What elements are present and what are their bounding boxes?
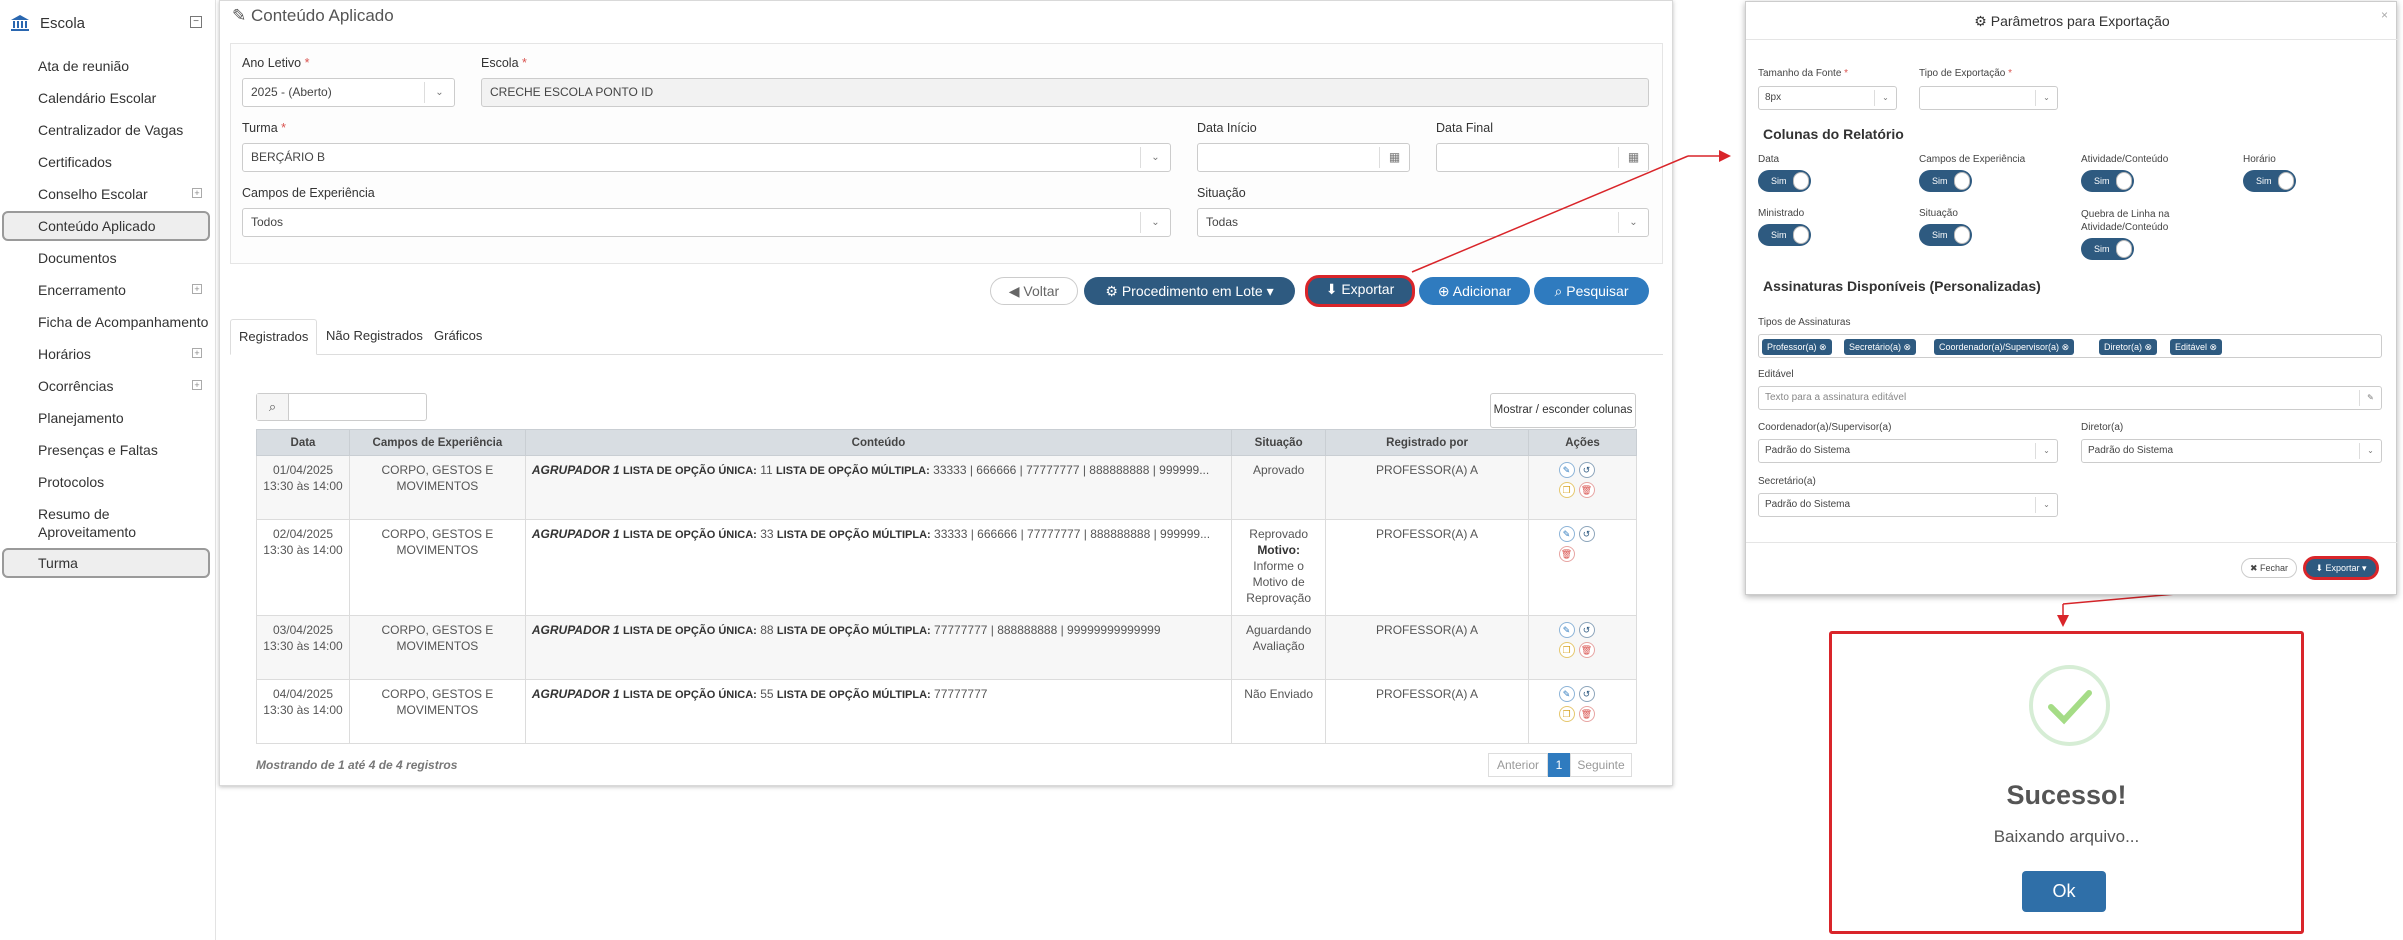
toggle-label: Ministrado xyxy=(1758,208,1805,219)
toggle-campos[interactable]: Sim xyxy=(1919,170,1972,192)
colunas-title: Colunas do Relatório xyxy=(1763,126,1904,142)
chevron-down-icon: ⌄ xyxy=(2035,497,2057,513)
remove-icon[interactable]: ⊗ xyxy=(2210,342,2218,352)
toggle-label: Situação xyxy=(1919,208,1958,219)
tag-label: Secretário(a) xyxy=(1849,342,1902,352)
cogs-icon: ⚙ xyxy=(1974,13,1987,29)
tag-professor[interactable]: Professor(a) ⊗ xyxy=(1762,339,1832,355)
dialog-exportar-button[interactable]: ⬇ Exportar ▾ xyxy=(2303,556,2379,580)
toggle-value: Sim xyxy=(2256,176,2272,186)
toggle-knob xyxy=(1954,172,1970,190)
toggle-situacao[interactable]: Sim xyxy=(1919,224,1972,246)
fonte-label: Tamanho da Fonte * xyxy=(1758,68,1848,79)
toggle-label: Data xyxy=(1758,154,1780,165)
tag-diretor[interactable]: Diretor(a) ⊗ xyxy=(2099,339,2158,355)
tipo-select[interactable]: ⌄ xyxy=(1919,86,2058,110)
coord-select[interactable]: Padrão do Sistema ⌄ xyxy=(1758,439,2058,463)
toggle-knob xyxy=(2116,240,2132,258)
toggle-knob xyxy=(1793,172,1809,190)
remove-icon[interactable]: ⊗ xyxy=(2062,342,2070,352)
tag-editavel[interactable]: Editável ⊗ xyxy=(2170,339,2223,355)
assinaturas-title: Assinaturas Disponíveis (Personalizadas) xyxy=(1763,278,2041,294)
chevron-down-icon: ⌄ xyxy=(1874,90,1896,106)
arrow-line xyxy=(1411,155,1689,273)
toggle-knob xyxy=(1793,226,1809,244)
coord-label: Coordenador(a)/Supervisor(a) xyxy=(1758,422,1892,433)
tag-label: Editável xyxy=(2175,342,2208,352)
remove-icon[interactable]: ⊗ xyxy=(2145,342,2153,352)
success-text: Baixando arquivo... xyxy=(1993,827,2140,846)
toggle-knob xyxy=(2116,172,2132,190)
chevron-down-icon: ⌄ xyxy=(2035,443,2057,459)
tipos-label: Tipos de Assinaturas xyxy=(1758,317,1851,328)
toggle-data[interactable]: Sim xyxy=(1758,170,1811,192)
diretor-value: Padrão do Sistema xyxy=(2088,445,2174,456)
toggle-label: Campos de Experiência xyxy=(1919,154,2026,165)
success-title: Sucesso! xyxy=(2006,780,2127,810)
tag-label: Coordenador(a)/Supervisor(a) xyxy=(1939,342,2060,352)
toggle-knob xyxy=(2278,172,2294,190)
tag-coordenador[interactable]: Coordenador(a)/Supervisor(a) ⊗ xyxy=(1934,339,2075,355)
download-icon: ⬇ xyxy=(2315,563,2323,573)
edit-icon: ✎ xyxy=(2359,390,2381,406)
toggle-atividade[interactable]: Sim xyxy=(2081,170,2134,192)
required-mark: * xyxy=(1844,68,1849,79)
dialog-title-text: Parâmetros para Exportação xyxy=(1990,13,2170,29)
dialog-footer-divider xyxy=(1746,542,2398,543)
chevron-down-icon: ⌄ xyxy=(2035,90,2057,106)
secretario-select[interactable]: Padrão do Sistema ⌄ xyxy=(1758,493,2058,517)
dialog-title: ⚙ Parâmetros para Exportação xyxy=(1746,2,2398,40)
chevron-down-icon: ⌄ xyxy=(2359,443,2381,459)
editavel-input[interactable]: Texto para a assinatura editável ✎ xyxy=(1758,386,2382,410)
toggle-label: Quebra de Linha na Atividade/Conteúdo xyxy=(2081,209,2170,233)
secretario-label: Secretário(a) xyxy=(1758,476,1816,487)
toggle-value: Sim xyxy=(1932,230,1948,240)
tipos-tag-input[interactable]: Professor(a) ⊗ Secretário(a) ⊗ Coordenad… xyxy=(1758,334,2382,358)
toggle-value: Sim xyxy=(1771,230,1787,240)
tag-secretario[interactable]: Secretário(a) ⊗ xyxy=(1844,339,1917,355)
toggle-value: Sim xyxy=(1932,176,1948,186)
caret-down-icon: ▾ xyxy=(2362,563,2367,573)
toggle-value: Sim xyxy=(1771,176,1787,186)
editavel-label: Editável xyxy=(1758,369,1794,380)
ok-button[interactable]: Ok xyxy=(2022,871,2106,912)
dialog-exportar-label: Exportar xyxy=(2325,563,2360,573)
editavel-placeholder: Texto para a assinatura editável xyxy=(1765,392,1907,403)
toggle-value: Sim xyxy=(2094,244,2110,254)
toggle-label: Atividade/Conteúdo xyxy=(2081,154,2169,165)
required-mark: * xyxy=(2008,68,2013,79)
success-alert: Sucesso! Baixando arquivo... Ok xyxy=(1829,631,2304,934)
tag-label: Diretor(a) xyxy=(2104,342,2143,352)
secretario-value: Padrão do Sistema xyxy=(1765,499,1851,510)
toggle-horario[interactable]: Sim xyxy=(2243,170,2296,192)
fechar-button[interactable]: ✖ Fechar xyxy=(2241,558,2297,578)
coord-value: Padrão do Sistema xyxy=(1765,445,1851,456)
toggle-value: Sim xyxy=(2094,176,2110,186)
tipo-label: Tipo de Exportação * xyxy=(1919,68,2012,79)
remove-icon[interactable]: ⊗ xyxy=(1819,342,1827,352)
diretor-label: Diretor(a) xyxy=(2081,422,2124,433)
check-icon xyxy=(2029,665,2110,746)
fonte-select[interactable]: 8px ⌄ xyxy=(1758,86,1897,110)
diretor-select[interactable]: Padrão do Sistema ⌄ xyxy=(2081,439,2382,463)
toggle-knob xyxy=(1954,226,1970,244)
fonte-label-text: Tamanho da Fonte xyxy=(1758,68,1842,79)
fonte-value: 8px xyxy=(1765,92,1782,103)
fechar-label: Fechar xyxy=(2260,563,2289,573)
close-icon: ✖ xyxy=(2249,563,2258,573)
close-icon[interactable]: × xyxy=(2381,8,2388,22)
tipo-label-text: Tipo de Exportação xyxy=(1919,68,2006,79)
remove-icon[interactable]: ⊗ xyxy=(1904,342,1912,352)
toggle-ministrado[interactable]: Sim xyxy=(1758,224,1811,246)
toggle-quebra-linha[interactable]: Sim xyxy=(2081,238,2134,260)
tag-label: Professor(a) xyxy=(1767,342,1817,352)
toggle-label: Horário xyxy=(2243,154,2276,165)
export-dialog: ⚙ Parâmetros para Exportação × Tamanho d… xyxy=(1745,1,2398,595)
